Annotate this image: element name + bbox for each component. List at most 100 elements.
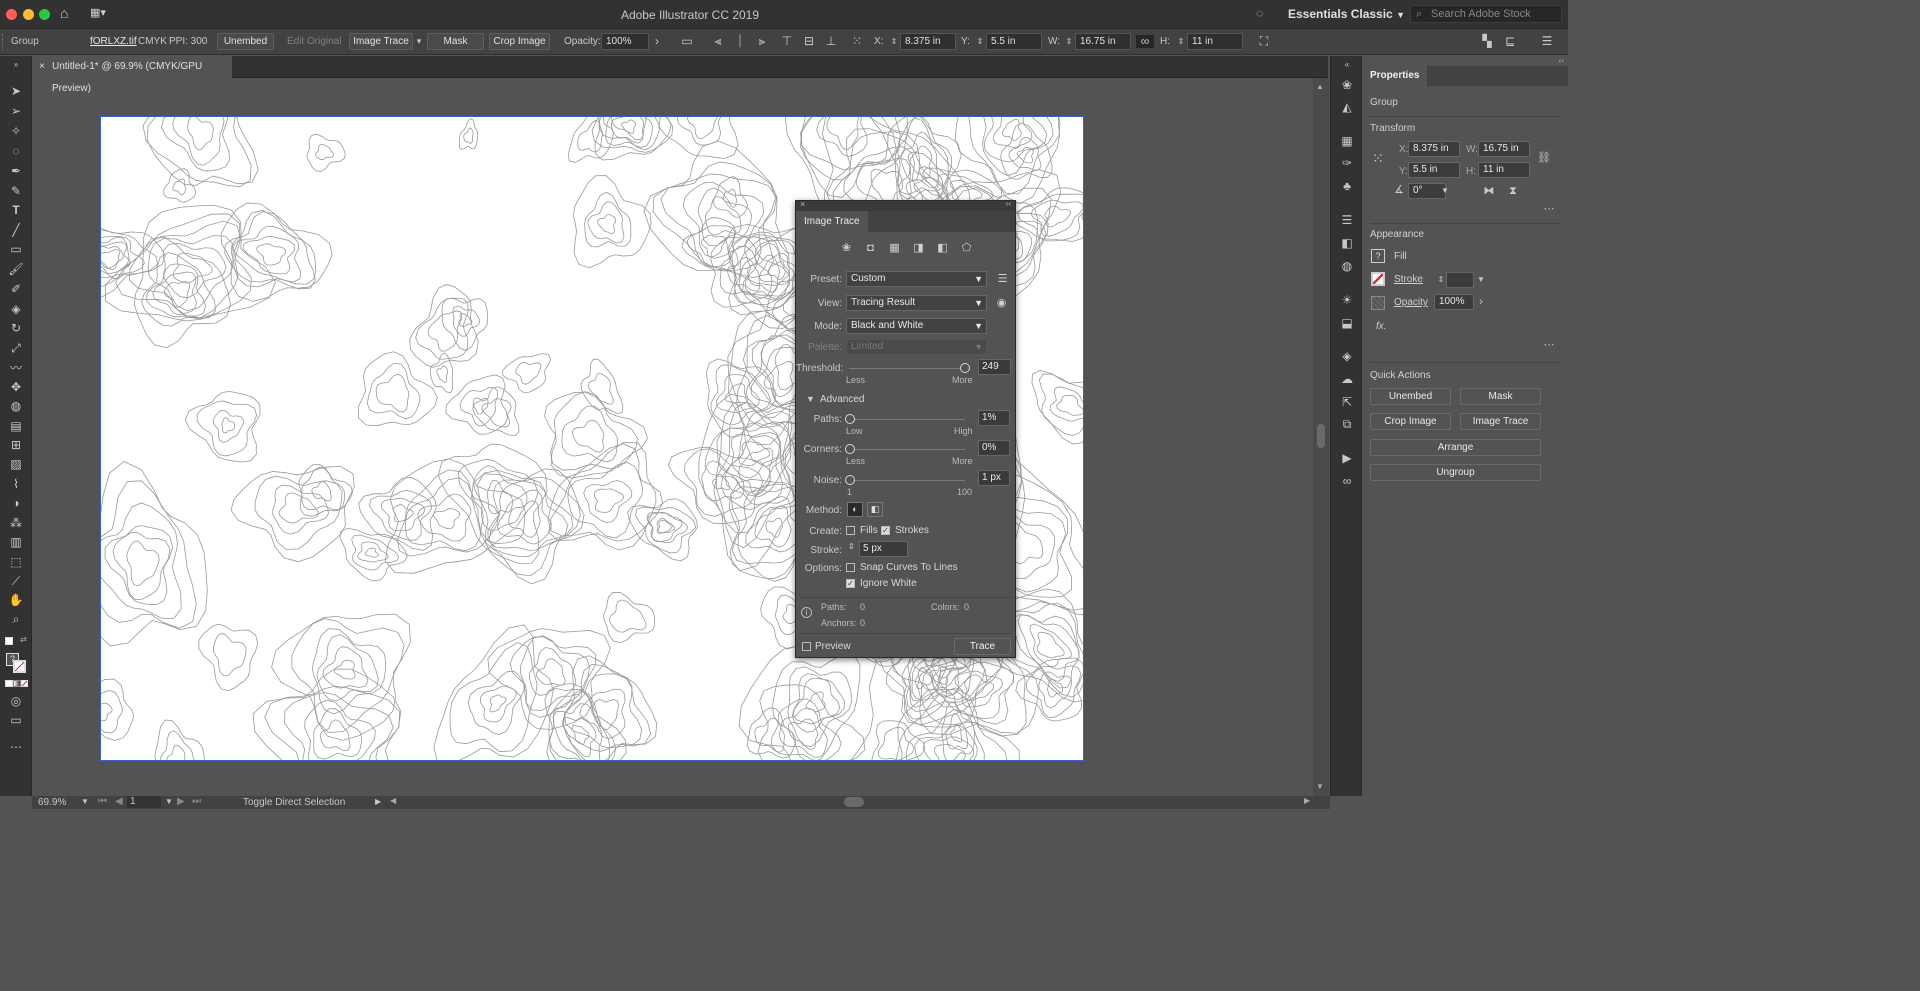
none-mode-icon[interactable]	[21, 680, 28, 687]
warp-tool-icon[interactable]: 〰	[8, 361, 24, 375]
linked-file-link[interactable]: fORLXZ.tif	[90, 36, 137, 47]
align-left-icon[interactable]: ⫷	[711, 35, 725, 48]
ignore-white-checkbox[interactable]: ✓	[846, 579, 855, 588]
noise-slider-track[interactable]	[849, 480, 965, 481]
shaper-tool-icon[interactable]: ✐	[8, 282, 24, 296]
overlapping-method-button[interactable]: ◧	[867, 502, 883, 517]
corners-slider-track[interactable]	[849, 449, 965, 450]
close-panel-icon[interactable]: ×	[800, 199, 805, 209]
color-panel-icon[interactable]: ❀	[1339, 78, 1355, 92]
low-color-preset-icon[interactable]: ▦	[888, 242, 901, 254]
artboard-tool-icon[interactable]: ⬚	[8, 555, 24, 569]
view-source-eye-icon[interactable]: ◉	[995, 297, 1008, 309]
noise-input[interactable]: 1 px	[978, 470, 1010, 486]
dock-expand-icon[interactable]: «	[1339, 58, 1355, 72]
first-artboard-icon[interactable]: ⏮	[98, 796, 107, 807]
advanced-toggle[interactable]: ▼ Advanced	[806, 393, 864, 405]
brushes-panel-icon[interactable]: ✑	[1339, 156, 1355, 170]
constrain-link-icon[interactable]: ⛓	[1537, 152, 1551, 164]
snap-curves-checkbox[interactable]	[846, 563, 855, 572]
paths-slider-knob[interactable]	[845, 414, 855, 424]
align-middle-icon[interactable]: ⊟	[802, 35, 816, 48]
preview-checkbox[interactable]	[802, 642, 811, 651]
constrain-proportions-link-icon[interactable]: ∞	[1136, 35, 1154, 48]
links-panel-icon[interactable]: ∞	[1339, 474, 1355, 488]
symbols-panel-icon[interactable]: ♣	[1339, 179, 1355, 193]
paths-slider-track[interactable]	[849, 419, 965, 420]
corners-slider-knob[interactable]	[845, 444, 855, 454]
reference-point-icon[interactable]: ⁙	[1371, 151, 1385, 165]
stroke-label[interactable]: Stroke	[1394, 274, 1423, 285]
view-select[interactable]: Tracing Result ▼	[846, 295, 987, 311]
line-tool-icon[interactable]: ╱	[8, 223, 24, 237]
blend-tool-icon[interactable]: ◑	[8, 496, 24, 510]
hscroll-right-icon[interactable]: ▶	[1304, 796, 1310, 805]
gradient-mode-icon[interactable]	[13, 680, 21, 687]
symbol-sprayer-tool-icon[interactable]: ⁂	[8, 516, 24, 530]
transform-icon[interactable]: ⛶	[1257, 35, 1271, 48]
zoom-chevron-icon[interactable]: ▼	[81, 797, 89, 806]
align-right-icon[interactable]: ⫸	[755, 35, 769, 48]
stroke-swatch-icon[interactable]	[13, 660, 26, 673]
column-graph-tool-icon[interactable]: ▥	[8, 535, 24, 549]
paths-input[interactable]: 1%	[978, 410, 1010, 426]
scale-tool-icon[interactable]: ⤢	[8, 341, 24, 355]
rotate-chevron-icon[interactable]: ▼	[1438, 185, 1452, 197]
panel-options-icon[interactable]: ⊑	[1503, 35, 1517, 48]
outline-preset-icon[interactable]: ⬠	[960, 242, 973, 254]
corners-input[interactable]: 0%	[978, 440, 1010, 456]
qa-ungroup-button[interactable]: Ungroup	[1370, 464, 1541, 481]
stroke-stepper-icon[interactable]: ⇕	[848, 542, 855, 551]
magic-wand-tool-icon[interactable]: ✧	[8, 124, 24, 138]
hscroll-left-icon[interactable]: ◀	[390, 796, 396, 805]
opacity-input[interactable]: 100%	[1434, 294, 1474, 310]
black-and-white-preset-icon[interactable]: ◧	[936, 242, 949, 254]
unembed-button[interactable]: Unembed	[217, 33, 274, 50]
flip-horizontal-icon[interactable]: ⧓	[1482, 185, 1496, 197]
more-options-icon[interactable]: ⋯	[1542, 339, 1556, 351]
auto-color-preset-icon[interactable]: ❀	[840, 242, 853, 254]
mesh-tool-icon[interactable]: ⊞	[8, 438, 24, 452]
fx-button[interactable]: fx.	[1376, 321, 1387, 332]
edit-toolbar-icon[interactable]: ⋯	[8, 740, 24, 754]
opacity-chevron-icon[interactable]: ›	[1474, 296, 1488, 308]
color-guide-icon[interactable]: ◭	[1339, 100, 1355, 114]
gradient-tool-icon[interactable]: ▨	[8, 457, 24, 471]
collapse-panel-icon[interactable]: ‹‹	[1006, 199, 1011, 208]
artboard-number-input[interactable]: 1	[127, 796, 161, 808]
rectangle-tool-icon[interactable]: ▭	[8, 242, 24, 256]
threshold-input[interactable]: 249	[978, 359, 1011, 375]
eyedropper-tool-icon[interactable]: ⌇	[8, 477, 24, 491]
image-trace-tab[interactable]: Image Trace	[796, 211, 868, 232]
stock-search-input[interactable]: ⌕ Search Adobe Stock	[1410, 5, 1562, 23]
next-artboard-icon[interactable]: ▶	[177, 796, 185, 807]
opacity-label[interactable]: Opacity	[1394, 297, 1428, 308]
w-input[interactable]: 16.75 in	[1478, 141, 1530, 157]
workspace-switcher[interactable]: Essentials Classic ▼	[1288, 7, 1405, 21]
appearance-panel-icon[interactable]: ☀	[1339, 293, 1355, 307]
transparency-panel-icon[interactable]: ◍	[1339, 259, 1355, 273]
horizontal-scroll-thumb[interactable]	[844, 797, 864, 807]
artboard-chevron-icon[interactable]: ▼	[165, 797, 173, 806]
export-assets-icon[interactable]: ⇱	[1339, 395, 1355, 409]
qa-unembed-button[interactable]: Unembed	[1370, 388, 1451, 405]
stroke-weight-input[interactable]	[1446, 272, 1474, 288]
lasso-tool-icon[interactable]: ◌	[8, 144, 24, 158]
panel-collapse-icon[interactable]: »	[8, 58, 24, 72]
pen-tool-icon[interactable]: ✒	[8, 164, 24, 178]
align-top-icon[interactable]: ⊤	[780, 35, 794, 48]
qa-image-trace-button[interactable]: Image Trace	[1460, 413, 1541, 430]
strokes-checkbox[interactable]: ✓	[881, 526, 890, 535]
close-document-icon[interactable]: ×	[39, 56, 45, 78]
scroll-thumb[interactable]	[1317, 424, 1325, 448]
trace-presets-chevron-icon[interactable]: ▾	[412, 35, 426, 48]
x-input[interactable]: 8.375 in	[1408, 141, 1460, 157]
lightbulb-icon[interactable]: ◌	[1256, 6, 1268, 20]
selection-tool-icon[interactable]: ➤	[8, 84, 24, 98]
fill-swatch-icon[interactable]: ?	[1371, 249, 1385, 263]
direct-selection-tool-icon[interactable]: ➢	[8, 104, 24, 118]
stroke-input[interactable]: 5 px	[859, 541, 908, 557]
swatches-panel-icon[interactable]: ▦	[1339, 134, 1355, 148]
reference-point-icon[interactable]: ⁙	[850, 35, 864, 48]
hand-tool-icon[interactable]: ✋	[8, 593, 24, 607]
